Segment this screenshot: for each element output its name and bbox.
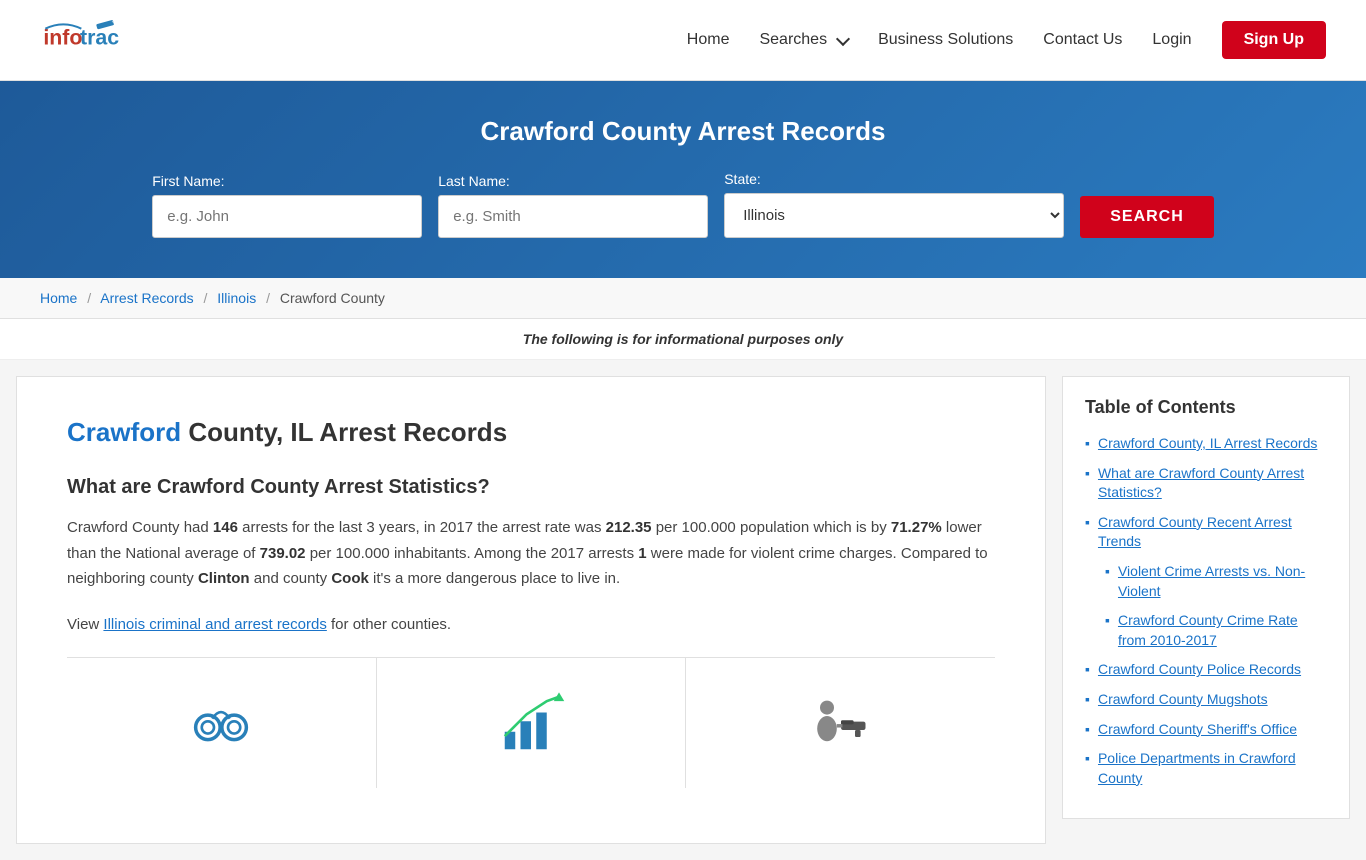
breadcrumb-sep-1: / bbox=[87, 290, 91, 306]
toc-title: Table of Contents bbox=[1085, 397, 1327, 418]
toc-link-9[interactable]: Police Departments in Crawford County bbox=[1098, 749, 1327, 788]
toc-item-4: Violent Crime Arrests vs. Non-Violent bbox=[1085, 562, 1327, 601]
breadcrumb-county: Crawford County bbox=[280, 290, 385, 306]
nav-item-home[interactable]: Home bbox=[687, 31, 730, 49]
logo[interactable]: info tracer ™ bbox=[40, 10, 120, 70]
heading-highlight: Crawford bbox=[67, 417, 181, 447]
hero-title: Crawford County Arrest Records bbox=[40, 116, 1326, 147]
stats-heading: What are Crawford County Arrest Statisti… bbox=[67, 476, 995, 499]
first-name-label: First Name: bbox=[152, 173, 224, 189]
info-note: The following is for informational purpo… bbox=[0, 319, 1366, 360]
toc-link-7[interactable]: Crawford County Mugshots bbox=[1098, 690, 1268, 710]
nav-links: Home Searches Business Solutions Contact… bbox=[687, 21, 1326, 59]
toc-item-8: Crawford County Sheriff's Office bbox=[1085, 720, 1327, 740]
stats-paragraph: Crawford County had 146 arrests for the … bbox=[67, 515, 995, 592]
search-button[interactable]: SEARCH bbox=[1080, 196, 1214, 238]
toc-item-2: What are Crawford County Arrest Statisti… bbox=[1085, 464, 1327, 503]
breadcrumb: Home / Arrest Records / Illinois / Crawf… bbox=[0, 278, 1366, 319]
toc-item-6: Crawford County Police Records bbox=[1085, 660, 1327, 680]
toc-item-1: Crawford County, IL Arrest Records bbox=[1085, 434, 1327, 454]
state-group: State: Illinois Alabama Alaska Arizona A… bbox=[724, 171, 1064, 238]
nav-item-business[interactable]: Business Solutions bbox=[878, 31, 1013, 49]
icon-cell-handcuffs bbox=[67, 658, 377, 788]
icons-row bbox=[67, 657, 995, 788]
heading-rest: County, IL Arrest Records bbox=[181, 417, 507, 447]
breadcrumb-illinois[interactable]: Illinois bbox=[217, 290, 256, 306]
toc-link-6[interactable]: Crawford County Police Records bbox=[1098, 660, 1301, 680]
last-name-group: Last Name: bbox=[438, 173, 708, 238]
first-name-group: First Name: bbox=[152, 173, 422, 238]
toc-link-2[interactable]: What are Crawford County Arrest Statisti… bbox=[1098, 464, 1327, 503]
toc-link-4[interactable]: Violent Crime Arrests vs. Non-Violent bbox=[1118, 562, 1327, 601]
chart-icon bbox=[496, 688, 566, 758]
sidebar: Table of Contents Crawford County, IL Ar… bbox=[1046, 360, 1366, 860]
signup-button[interactable]: Sign Up bbox=[1222, 21, 1326, 59]
nav-item-contact[interactable]: Contact Us bbox=[1043, 31, 1122, 49]
il-records-link[interactable]: Illinois criminal and arrest records bbox=[103, 616, 326, 633]
login-button[interactable]: Login bbox=[1152, 31, 1191, 49]
last-name-input[interactable] bbox=[438, 195, 708, 238]
breadcrumb-arrest-records[interactable]: Arrest Records bbox=[100, 290, 193, 306]
toc-item-5: Crawford County Crime Rate from 2010-201… bbox=[1085, 611, 1327, 650]
breadcrumb-sep-2: / bbox=[204, 290, 208, 306]
toc-list: Crawford County, IL Arrest Records What … bbox=[1085, 434, 1327, 788]
page-heading: Crawford County, IL Arrest Records bbox=[67, 417, 995, 448]
toc-link-8[interactable]: Crawford County Sheriff's Office bbox=[1098, 720, 1297, 740]
nav-link-searches[interactable]: Searches bbox=[759, 31, 848, 49]
last-name-label: Last Name: bbox=[438, 173, 510, 189]
content-area: Crawford County, IL Arrest Records What … bbox=[16, 376, 1046, 844]
navbar: info tracer ™ Home Searches Business Sol… bbox=[0, 0, 1366, 81]
nav-link-contact[interactable]: Contact Us bbox=[1043, 31, 1122, 48]
toc-link-3[interactable]: Crawford County Recent Arrest Trends bbox=[1098, 513, 1327, 552]
nav-link-home[interactable]: Home bbox=[687, 31, 730, 48]
icon-cell-gun bbox=[686, 658, 995, 788]
toc-link-5[interactable]: Crawford County Crime Rate from 2010-201… bbox=[1118, 611, 1327, 650]
icon-cell-chart bbox=[377, 658, 687, 788]
nav-item-searches[interactable]: Searches bbox=[759, 31, 848, 49]
search-form: First Name: Last Name: State: Illinois A… bbox=[40, 171, 1326, 238]
toc-box: Table of Contents Crawford County, IL Ar… bbox=[1062, 376, 1350, 819]
toc-item-9: Police Departments in Crawford County bbox=[1085, 749, 1327, 788]
view-records-paragraph: View Illinois criminal and arrest record… bbox=[67, 612, 995, 638]
toc-item-3: Crawford County Recent Arrest Trends bbox=[1085, 513, 1327, 552]
main-content: Crawford County, IL Arrest Records What … bbox=[0, 360, 1366, 860]
nav-item-signup[interactable]: Sign Up bbox=[1222, 21, 1326, 59]
first-name-input[interactable] bbox=[152, 195, 422, 238]
chevron-down-icon bbox=[836, 31, 850, 45]
nav-item-login[interactable]: Login bbox=[1152, 31, 1191, 49]
gun-icon bbox=[806, 688, 876, 758]
svg-text:info: info bbox=[43, 26, 82, 50]
svg-text:tracer: tracer bbox=[80, 26, 120, 50]
breadcrumb-home[interactable]: Home bbox=[40, 290, 77, 306]
handcuffs-icon bbox=[186, 688, 256, 758]
hero-banner: Crawford County Arrest Records First Nam… bbox=[0, 81, 1366, 278]
toc-link-1[interactable]: Crawford County, IL Arrest Records bbox=[1098, 434, 1317, 454]
state-select[interactable]: Illinois Alabama Alaska Arizona Arkansas… bbox=[724, 193, 1064, 238]
state-label: State: bbox=[724, 171, 761, 187]
breadcrumb-sep-3: / bbox=[266, 290, 270, 306]
toc-item-7: Crawford County Mugshots bbox=[1085, 690, 1327, 710]
nav-link-business[interactable]: Business Solutions bbox=[878, 31, 1013, 48]
